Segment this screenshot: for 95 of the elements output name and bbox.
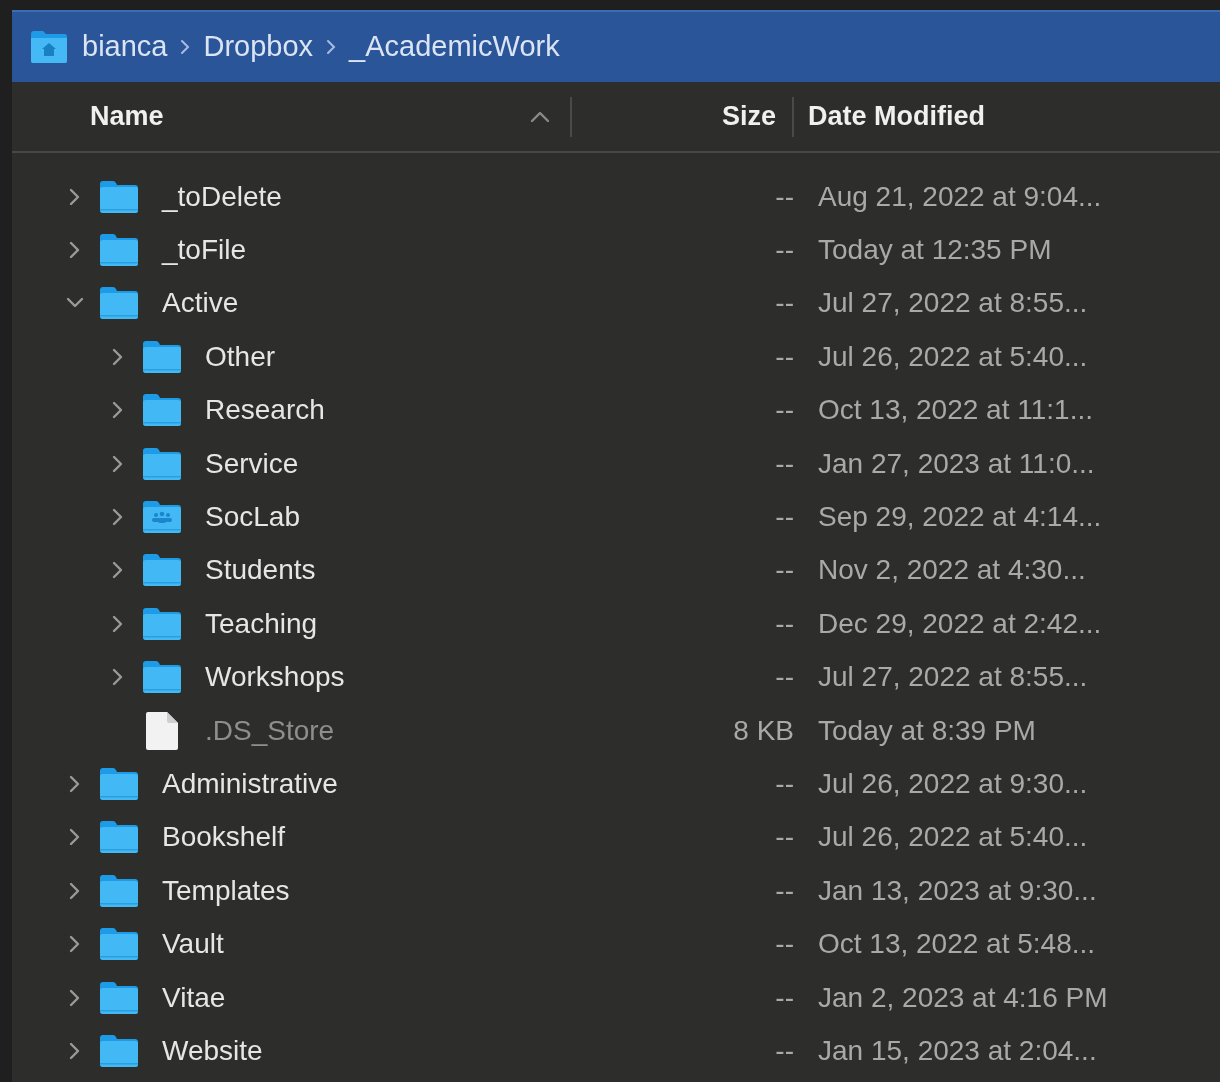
folder-icon [142,553,182,588]
file-name: Students [205,553,316,588]
shared-folder-icon [142,500,182,535]
file-row[interactable]: .DS_Store 8 KB Today at 8:39 PM [12,703,1220,758]
file-row[interactable]: Workshops -- Jul 27, 2022 at 8:55... [12,650,1220,704]
file-name: Vault [162,927,224,962]
file-row[interactable]: Teaching -- Dec 29, 2022 at 2:42... [12,597,1220,651]
date-cell-text: Jul 27, 2022 at 8:55... [818,660,1088,695]
date-cell-text: Jan 2, 2023 at 4:16 PM [818,980,1108,1015]
file-row[interactable]: _toDelete -- Aug 21, 2022 at 9:04... [12,170,1220,224]
file-name: Active [162,286,239,321]
folder-icon [142,339,182,374]
size-cell-text: -- [775,393,794,428]
file-name: Templates [162,873,290,908]
folder-icon [142,446,182,481]
folder-icon [99,927,139,962]
size-cell-text: -- [775,873,794,908]
folder-icon [99,179,139,214]
folder-icon [142,606,182,641]
file-name: Service [205,446,299,481]
breadcrumb[interactable]: bianca [82,25,168,69]
file-name: Other [205,339,276,374]
file-name: Bookshelf [162,820,285,855]
date-cell-text: Jan 27, 2023 at 11:0... [818,446,1095,481]
sort-ascending-icon[interactable] [530,110,550,123]
file-name: Workshops [205,660,345,695]
file-row[interactable]: Other -- Jul 26, 2022 at 5:40... [12,330,1220,384]
size-cell-text: -- [775,179,794,214]
folder-icon [99,820,139,855]
file-name: SocLab [205,500,300,535]
file-name: Research [205,393,325,428]
file-row[interactable]: Vault -- Oct 13, 2022 at 5:48... [12,917,1220,971]
file-row[interactable]: Students -- Nov 2, 2022 at 4:30... [12,543,1220,598]
chevron-right-icon [179,39,192,55]
home-folder-icon [30,30,68,64]
date-cell-text: Oct 13, 2022 at 11:1... [818,393,1093,428]
file-name: .DS_Store [205,713,335,748]
size-cell-text: -- [775,500,794,535]
folder-icon [99,1033,139,1068]
file-row[interactable]: SocLab -- Sep 29, 2022 at 4:14... [12,490,1220,544]
file-name: _toDelete [162,179,282,214]
date-cell-text: Jul 26, 2022 at 5:40... [818,820,1088,855]
size-cell-text: -- [775,553,794,588]
folder-icon [142,660,182,695]
size-cell-text: -- [775,446,794,481]
column-header[interactable]: Size [572,96,794,137]
date-cell-text: Today at 12:35 PM [818,233,1052,268]
file-row[interactable]: _toFile -- Today at 12:35 PM [12,223,1220,277]
date-cell-text: Today at 8:39 PM [818,713,1036,748]
date-cell-text: Dec 29, 2022 at 2:42... [818,606,1102,641]
file-name: Vitae [162,980,226,1015]
size-cell-text: -- [775,606,794,641]
file-row[interactable]: Active -- Jul 27, 2022 at 8:55... [12,276,1220,331]
folder-icon [99,980,139,1015]
file-name: Administrative [162,767,338,801]
folder-icon [142,393,182,428]
size-cell-text: -- [775,820,794,855]
file-name: Teaching [205,606,318,641]
file-name: Website [162,1033,263,1068]
file-row[interactable]: Bookshelf -- Jul 26, 2022 at 5:40... [12,810,1220,865]
size-cell-text: -- [775,660,794,695]
column-header[interactable]: Name [12,96,572,137]
file-row[interactable]: Administrative -- Jul 26, 2022 at 9:30... [12,757,1220,811]
folder-icon [99,873,139,908]
folder-icon [99,233,139,268]
file-name: _toFile [162,233,247,268]
breadcrumb[interactable]: _AcademicWork [349,25,560,69]
date-cell-text: Jan 13, 2023 at 9:30... [818,873,1097,908]
size-cell-text: -- [775,1033,794,1068]
size-cell-text: -- [775,233,794,268]
date-cell-text: Aug 21, 2022 at 9:04... [818,179,1102,214]
breadcrumb[interactable]: Dropbox [203,25,314,69]
folder-icon [99,286,139,321]
date-cell-text: Sep 29, 2022 at 4:14... [818,500,1102,535]
date-cell-text: Nov 2, 2022 at 4:30... [818,553,1086,588]
size-cell-text: -- [775,339,794,374]
size-cell-text: -- [775,927,794,962]
file-row[interactable]: Research -- Oct 13, 2022 at 11:1... [12,383,1220,437]
file-row[interactable]: Service -- Jan 27, 2023 at 11:0... [12,436,1220,491]
file-row[interactable]: Website -- Jan 15, 2023 at 2:04... [12,1024,1220,1078]
size-cell-text: -- [775,767,794,801]
column-header[interactable]: Date Modified [794,96,1186,137]
folder-icon [99,767,139,801]
date-cell-text: Jul 26, 2022 at 5:40... [818,339,1088,374]
size-cell-text: 8 KB [733,713,794,748]
size-cell-text: -- [775,980,794,1015]
date-cell-text: Jan 15, 2023 at 2:04... [818,1033,1097,1068]
date-cell-text: Jul 26, 2022 at 9:30... [818,767,1088,801]
file-row[interactable]: Vitae -- Jan 2, 2023 at 4:16 PM [12,970,1220,1025]
date-cell-text: Jul 27, 2022 at 8:55... [818,286,1088,321]
document-icon [145,710,179,751]
size-cell-text: -- [775,286,794,321]
file-row[interactable]: Templates -- Jan 13, 2023 at 9:30... [12,864,1220,918]
chevron-right-icon [325,39,338,55]
date-cell-text: Oct 13, 2022 at 5:48... [818,927,1096,962]
